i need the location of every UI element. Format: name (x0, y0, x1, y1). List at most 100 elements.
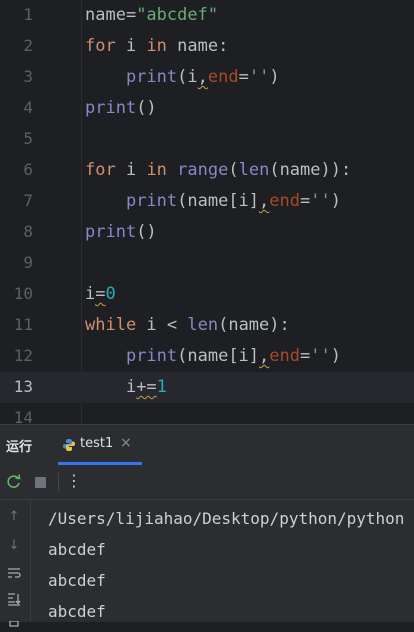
code-text: print(name[i],end='') (85, 190, 341, 212)
code-line[interactable]: 11 while i < len(name): (0, 310, 414, 341)
code-line[interactable]: 9 (0, 248, 414, 279)
code-token: len (238, 160, 270, 180)
code-token: , (259, 346, 270, 366)
line-number: 10 (13, 284, 33, 303)
code-line[interactable]: 7 print(name[i],end='') (0, 186, 414, 217)
code-token: (name[i] (177, 346, 260, 366)
console-line: abcdef (48, 602, 106, 621)
code-text: i=0 (85, 283, 116, 305)
code-token: "abcdef" (136, 5, 219, 25)
code-text: print(name[i],end='') (85, 345, 341, 367)
line-number: 3 (23, 67, 33, 86)
code-token: i (115, 160, 147, 180)
code-line[interactable]: 6 for i in range(len(name)): (0, 155, 414, 186)
soft-wrap-icon[interactable] (6, 566, 22, 582)
code-text: for i in name: (85, 35, 228, 57)
line-number: 6 (23, 160, 33, 179)
tab-test1[interactable]: test1 × (58, 425, 142, 465)
code-text: for i in range(len(name)): (85, 159, 351, 181)
code-token: (name)): (269, 160, 352, 180)
code-token: end (269, 346, 300, 366)
scroll-up-icon[interactable]: ↑ (6, 509, 22, 525)
code-token: 1 (156, 377, 167, 397)
code-token: += (136, 377, 157, 397)
code-token: print (125, 346, 178, 366)
rerun-icon[interactable] (6, 473, 22, 495)
code-token: 0 (105, 284, 116, 304)
code-token: ) (330, 191, 341, 211)
line-number: 11 (13, 315, 33, 334)
code-line[interactable]: 3 print(i,end='') (0, 62, 414, 93)
line-number: 4 (23, 98, 33, 117)
run-tab-bar: 运行 test1 × (0, 425, 414, 465)
line-number: 1 (23, 5, 33, 24)
code-token: print (85, 222, 137, 242)
code-token: ) (269, 67, 280, 87)
console-output[interactable]: /Users/lijiahao/Desktop/python/python abc… (48, 503, 414, 622)
code-token: i < (136, 315, 188, 335)
console-line: abcdef (48, 540, 106, 559)
code-token: name: (166, 36, 229, 56)
code-token: (i (177, 67, 198, 87)
code-text: print() (85, 97, 157, 119)
python-icon (62, 437, 76, 456)
code-token: while (85, 315, 137, 335)
code-line[interactable]: 1 name="abcdef" (0, 0, 414, 31)
more-options-icon[interactable]: ⋮ (66, 471, 82, 490)
code-token: () (136, 98, 157, 118)
code-token: for (85, 36, 116, 56)
stop-icon[interactable] (35, 477, 46, 488)
code-token: in (146, 36, 167, 56)
line-number: 8 (23, 222, 33, 241)
line-number: 7 (23, 191, 33, 210)
code-token: name= (85, 5, 137, 25)
code-token: in (146, 160, 167, 180)
tab-label: test1 (80, 436, 114, 451)
code-token: = (95, 284, 106, 304)
code-text: i+=1 (85, 376, 167, 398)
code-line[interactable]: 8 print() (0, 217, 414, 248)
code-line[interactable]: 12 print(name[i],end='') (0, 341, 414, 372)
run-panel-title: 运行 (6, 440, 33, 455)
code-line[interactable]: 2 for i in name: (0, 31, 414, 62)
code-token: i (85, 284, 96, 304)
code-token: ( (228, 160, 239, 180)
code-token: for (85, 160, 116, 180)
scroll-down-icon[interactable]: ↓ (6, 538, 22, 554)
line-number: 14 (13, 408, 33, 424)
scroll-to-end-icon[interactable] (6, 592, 22, 608)
code-token: print (85, 98, 137, 118)
code-token: '' (310, 191, 331, 211)
code-token: = (238, 67, 249, 87)
code-line[interactable]: 14 (0, 403, 414, 424)
code-token: () (136, 222, 157, 242)
code-token: ) (330, 346, 341, 366)
code-token: range (177, 160, 229, 180)
run-toolbar: ⋮ (0, 465, 414, 500)
code-line[interactable]: 13 i+=1 (0, 372, 414, 403)
code-text: while i < len(name): (85, 314, 290, 336)
code-token: (name[i] (177, 191, 260, 211)
code-line[interactable]: 5 (0, 124, 414, 155)
print-icon[interactable] (6, 616, 22, 632)
code-line[interactable]: 4 print() (0, 93, 414, 124)
code-token: end (207, 67, 239, 87)
line-number: 13 (13, 377, 33, 396)
line-number: 9 (23, 253, 33, 272)
code-line[interactable]: 10 i=0 (0, 279, 414, 310)
console-line: abcdef (48, 571, 106, 590)
line-number: 5 (23, 129, 33, 148)
code-text: print(i,end='') (85, 66, 280, 88)
console-line: /Users/lijiahao/Desktop/python/python (48, 509, 405, 528)
toolbar-divider (58, 473, 59, 491)
code-token: , (197, 67, 208, 87)
code-token: print (125, 67, 178, 87)
close-icon[interactable]: × (120, 435, 132, 451)
code-token: , (259, 191, 270, 211)
code-token: i (115, 36, 147, 56)
code-editor[interactable]: 1 name="abcdef" 2 for i in name: 3 print(i,e… (0, 0, 414, 424)
